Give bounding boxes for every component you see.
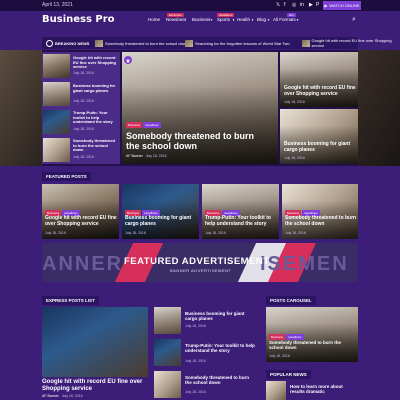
post-date: July 18, 2016: [285, 231, 306, 235]
thumbnail[interactable]: [154, 371, 181, 398]
site-logo[interactable]: Business Pro: [42, 14, 115, 25]
nav-all-formats[interactable]: All Formats: [273, 17, 296, 22]
chevron-down-icon: ▼: [296, 18, 299, 22]
express-main-image[interactable]: [42, 307, 148, 377]
hero-bg-right: [358, 50, 400, 166]
overlay: [280, 52, 358, 107]
featured-title[interactable]: Trump-Putin: Your toolkit to help unders…: [205, 215, 277, 228]
youtube-icon[interactable]: ▶: [309, 2, 313, 8]
post-date: July 18, 2016: [284, 156, 305, 160]
express-list-title[interactable]: Business booming for giant cargo planes: [185, 311, 255, 321]
chevron-down-icon: ▼: [232, 18, 235, 22]
twitter-icon[interactable]: 𝕏: [276, 2, 280, 8]
banner-bg-text-left: ANNER: [42, 253, 124, 275]
hero-left-title[interactable]: Trump-Putin: Your toolkit to help unders…: [73, 110, 119, 125]
post-date: July 18, 2016: [205, 231, 226, 235]
hero-bg-left: [0, 50, 42, 166]
featured-title[interactable]: Google hit with record EU fine over Shop…: [45, 215, 117, 228]
thumbnail[interactable]: [43, 138, 70, 162]
featured-title[interactable]: Somebody threatened to burn the school d…: [285, 215, 357, 228]
watch-online-button[interactable]: ▶ WATCH ONLINE: [323, 1, 361, 10]
pinterest-icon[interactable]: P: [316, 2, 319, 8]
post-date: July 18, 2016: [73, 99, 94, 103]
express-meta: AF Banner July 18, 2016: [42, 394, 83, 398]
tag-headlines[interactable]: Headlines: [143, 122, 161, 128]
breaking-news-label: BREAKING NEWS: [42, 37, 92, 49]
breaking-item[interactable]: Searching for the forgotten lessons of W…: [185, 37, 290, 49]
nav-newsbeat[interactable]: Newsbeat: [166, 17, 186, 22]
pause-icon[interactable]: [46, 39, 53, 47]
express-list-title[interactable]: Somebody threatened to burn the school d…: [185, 375, 255, 385]
express-main-title[interactable]: Google hit with record EU fine over Shop…: [42, 379, 152, 393]
chevron-down-icon: ▼: [267, 18, 270, 22]
hero-right-title[interactable]: Google hit with record EU fine over Shop…: [284, 85, 356, 98]
section-title-popular: POPULAR NEWS: [266, 370, 311, 379]
linkedin-icon[interactable]: in: [300, 2, 304, 8]
post-date: July 18, 2016: [284, 100, 305, 104]
post-date: July 18, 2016: [73, 127, 94, 131]
hero-tags: Business Headlines: [126, 122, 161, 128]
thumbnail[interactable]: [43, 82, 70, 106]
banner-subtitle: BANNER ADVERTISEMENT: [170, 268, 232, 273]
post-date: July 18, 2016: [185, 359, 206, 363]
post-date: July 18, 2016: [125, 231, 146, 235]
thumbnail[interactable]: [43, 110, 70, 134]
advertisement-banner[interactable]: ANNER ISEMEN FEATURED ADVERTISEMENT BANN…: [42, 243, 358, 282]
hero-left-title[interactable]: Somebody threatened to burn the school d…: [73, 138, 119, 153]
post-date: July 18, 2016: [185, 324, 206, 328]
section-title-express: EXPRESS POSTS LIST: [42, 296, 99, 305]
thumbnail[interactable]: [43, 54, 70, 78]
section-title-carousel: POSTS CAROUSEL: [266, 296, 316, 305]
post-date: July 18, 2016: [45, 231, 66, 235]
search-icon[interactable]: ⌕: [352, 16, 356, 24]
breaking-item[interactable]: Google hit with record EU fine over Shop…: [302, 37, 400, 49]
chevron-down-icon: ▼: [210, 18, 213, 22]
nav-health[interactable]: Health: [237, 17, 250, 22]
author[interactable]: AF Banner: [126, 154, 143, 158]
featured-title[interactable]: Business booming for giant cargo planes: [125, 215, 197, 228]
facebook-icon[interactable]: f: [284, 2, 285, 8]
thumbnail[interactable]: [154, 307, 181, 334]
post-date: July 18, 2016: [185, 390, 206, 394]
post-date: July 18, 2016: [73, 155, 94, 159]
chevron-down-icon: ▼: [251, 18, 254, 22]
hero-right-title[interactable]: Business booming for giant cargo planes: [284, 141, 356, 154]
post-date: July 18, 2016: [269, 354, 290, 358]
post-date: July 18, 2016: [73, 71, 94, 75]
thumbnail[interactable]: [154, 339, 181, 366]
post-date: July 18, 2016: [61, 394, 83, 398]
breaking-item[interactable]: Somebody threatened to burn the school d…: [95, 37, 188, 49]
nav-sports[interactable]: Sports: [217, 17, 230, 22]
hero-left-title[interactable]: Google hit with record EU fine over Shop…: [73, 55, 119, 70]
hero-meta: AF Banner July 18, 2016: [126, 154, 167, 158]
hero-main-title[interactable]: Somebody threatened to burn the school d…: [126, 131, 266, 152]
tag-business[interactable]: Business: [126, 122, 143, 128]
author[interactable]: AF Banner: [42, 394, 59, 398]
thumbnail[interactable]: [266, 381, 286, 400]
section-title-featured: FEATURED POSTS: [42, 172, 91, 181]
instagram-icon[interactable]: ◎: [292, 2, 296, 8]
banner-bg-text-right: ISEMEN: [260, 253, 349, 275]
hero-left-title[interactable]: Business booming for giant cargo planes: [73, 83, 119, 93]
play-icon: ▶: [324, 3, 328, 8]
banner-title: FEATURED ADVERTISEMENT: [124, 256, 270, 267]
watch-online-label: WATCH ONLINE: [329, 3, 360, 8]
carousel-title[interactable]: Somebody threatened to burn the school d…: [269, 340, 355, 350]
popular-title[interactable]: How to learn more about results dramatic: [290, 384, 358, 394]
nav-business[interactable]: Business: [192, 17, 210, 22]
express-list-title[interactable]: Trump-Putin: Your toolkit to help unders…: [185, 343, 255, 353]
current-date: April 13, 2021: [42, 2, 73, 8]
camera-icon: ▣: [124, 56, 132, 64]
post-date: July 18, 2016: [145, 154, 167, 158]
nav-home[interactable]: Home: [148, 17, 160, 22]
nav-blog[interactable]: Blog: [257, 17, 266, 22]
